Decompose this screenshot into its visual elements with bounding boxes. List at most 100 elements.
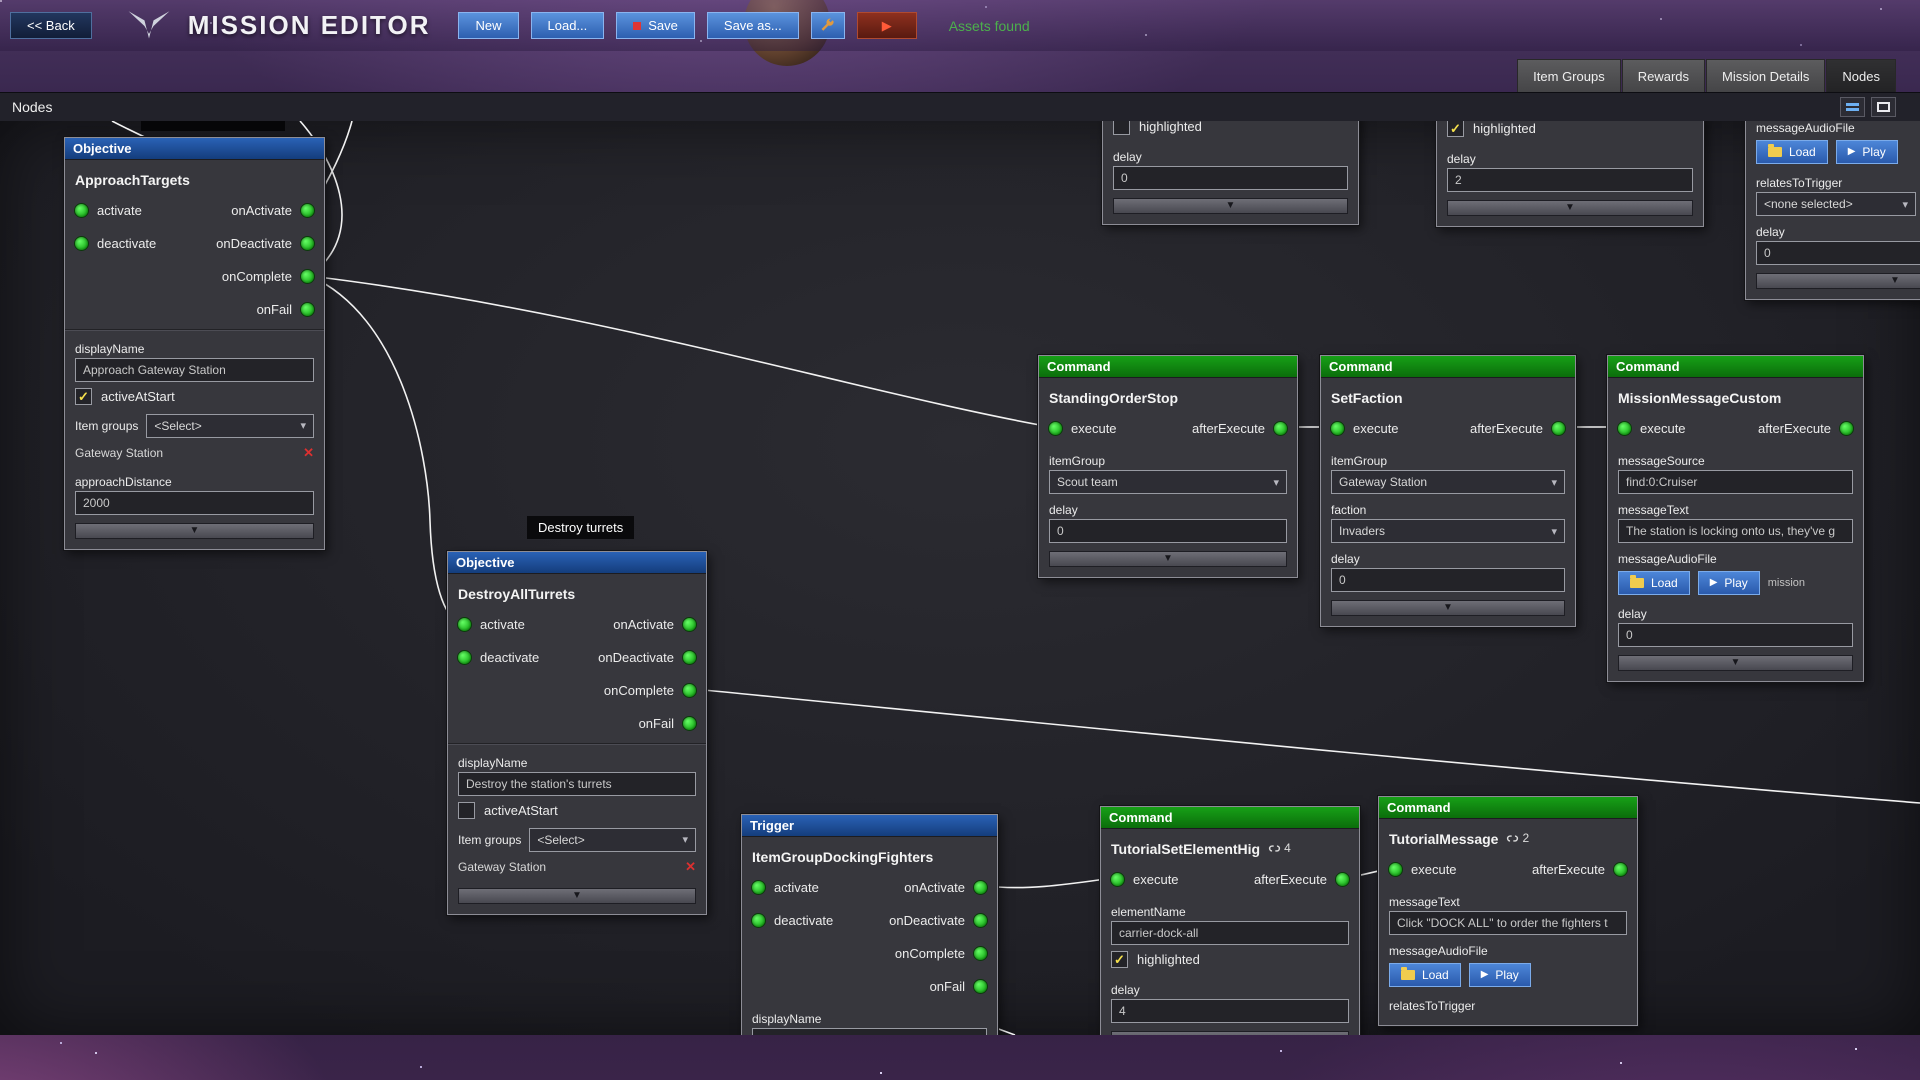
port-execute-input[interactable] [1048, 421, 1063, 436]
node-command-tutorial-message[interactable]: Command TutorialMessage 2 execute afterE… [1378, 796, 1638, 1026]
message-text-input[interactable] [1389, 911, 1627, 935]
port-activate-input[interactable] [751, 880, 766, 895]
highlighted-checkbox[interactable] [1113, 121, 1130, 135]
port-activate-input[interactable] [457, 617, 472, 632]
port-ondeactivate-output[interactable] [300, 236, 315, 251]
node-trigger-docking-fighters[interactable]: Trigger ItemGroupDockingFighters activat… [741, 814, 998, 1035]
node-scroll-slider[interactable] [1049, 551, 1287, 567]
message-source-input[interactable] [1618, 470, 1853, 494]
load-button[interactable]: Load... [530, 12, 605, 39]
display-name-input[interactable] [752, 1028, 987, 1035]
run-mission-button[interactable]: ▶ [856, 12, 917, 39]
item-group-select[interactable]: Gateway Station [1331, 470, 1565, 494]
port-activate-input[interactable] [74, 203, 89, 218]
port-afterexecute-output[interactable] [1335, 872, 1350, 887]
node-fragment-top-b[interactable]: ✓ highlighted delay [1436, 121, 1704, 227]
remove-item-group-button[interactable] [685, 859, 696, 875]
node-scroll-slider[interactable] [1111, 1031, 1349, 1035]
port-onactivate-output[interactable] [973, 880, 988, 895]
node-header[interactable]: Objective [65, 138, 324, 160]
highlighted-checkbox[interactable]: ✓ [1447, 121, 1464, 137]
node-scroll-slider[interactable] [1756, 273, 1920, 289]
play-audio-button[interactable]: ▶ Play [1835, 140, 1898, 164]
port-execute-input[interactable] [1388, 862, 1403, 877]
node-scroll-slider[interactable] [1618, 655, 1853, 671]
active-at-start-checkbox[interactable]: ✓ [75, 388, 92, 405]
settings-button[interactable] [810, 12, 845, 39]
port-oncomplete-output[interactable] [300, 269, 315, 284]
port-afterexecute-output[interactable] [1613, 862, 1628, 877]
item-group-select[interactable]: Scout team [1049, 470, 1287, 494]
node-graph-canvas[interactable]: Destroy turrets Objective ApproachTarget… [0, 121, 1920, 1035]
load-audio-button[interactable]: Load [1618, 571, 1690, 595]
node-header[interactable]: Trigger [742, 815, 997, 837]
load-audio-button[interactable]: Load [1389, 963, 1461, 987]
load-audio-button[interactable]: Load [1756, 140, 1828, 164]
node-scroll-slider[interactable] [1113, 198, 1348, 214]
port-ondeactivate-output[interactable] [682, 650, 697, 665]
active-at-start-checkbox[interactable] [458, 802, 475, 819]
tab-nodes[interactable]: Nodes [1826, 59, 1896, 92]
tab-rewards[interactable]: Rewards [1621, 59, 1705, 92]
node-command-standing-order-stop[interactable]: Command StandingOrderStop execute afterE… [1038, 355, 1298, 578]
node-header[interactable]: Objective [448, 552, 706, 574]
save-as-button[interactable]: Save as... [706, 12, 799, 39]
highlighted-checkbox[interactable]: ✓ [1111, 951, 1128, 968]
new-button[interactable]: New [458, 12, 519, 39]
node-header[interactable]: Command [1608, 356, 1863, 378]
delay-input[interactable] [1447, 168, 1693, 192]
display-name-input[interactable] [458, 772, 696, 796]
node-fragment-top-a[interactable]: highlighted delay [1102, 121, 1359, 225]
port-afterexecute-output[interactable] [1273, 421, 1288, 436]
item-groups-select[interactable]: <Select> [146, 413, 314, 438]
port-deactivate-input[interactable] [74, 236, 89, 251]
faction-select[interactable]: Invaders [1331, 519, 1565, 543]
node-scroll-slider[interactable] [1331, 600, 1565, 616]
port-deactivate-input[interactable] [457, 650, 472, 665]
node-header[interactable]: Command [1379, 797, 1637, 819]
port-onactivate-output[interactable] [682, 617, 697, 632]
panel-layout-button[interactable] [1840, 97, 1865, 117]
node-scroll-slider[interactable] [458, 888, 696, 904]
port-ondeactivate-output[interactable] [973, 913, 988, 928]
port-afterexecute-output[interactable] [1839, 421, 1854, 436]
item-groups-select[interactable]: <Select> [529, 827, 696, 852]
port-onfail-output[interactable] [682, 716, 697, 731]
port-afterexecute-output[interactable] [1551, 421, 1566, 436]
node-scroll-slider[interactable] [1447, 200, 1693, 216]
relates-to-trigger-select[interactable]: <none selected> [1756, 192, 1916, 216]
play-audio-button[interactable]: ▶ Play [1468, 963, 1531, 987]
port-oncomplete-output[interactable] [973, 946, 988, 961]
play-audio-button[interactable]: ▶ Play [1697, 571, 1760, 595]
element-name-input[interactable] [1111, 921, 1349, 945]
node-command-tutorial-set-element[interactable]: Command TutorialSetElementHig 4 execute … [1100, 806, 1360, 1035]
back-button[interactable]: << Back [10, 12, 92, 39]
node-scroll-slider[interactable] [75, 523, 314, 539]
delay-input[interactable] [1111, 999, 1349, 1023]
save-button[interactable]: Save [616, 12, 695, 39]
port-execute-input[interactable] [1330, 421, 1345, 436]
message-text-input[interactable] [1618, 519, 1853, 543]
remove-item-group-button[interactable] [303, 445, 314, 461]
node-fragment-top-right[interactable]: messageAudioFile Load ▶ Play relatesToTr… [1745, 121, 1920, 300]
node-command-set-faction[interactable]: Command SetFaction execute afterExecute … [1320, 355, 1576, 627]
tab-mission-details[interactable]: Mission Details [1706, 59, 1826, 92]
delay-input[interactable] [1756, 241, 1920, 265]
delay-input[interactable] [1113, 166, 1348, 190]
delay-input[interactable] [1049, 519, 1287, 543]
node-header[interactable]: Command [1101, 807, 1359, 829]
node-command-mission-message-custom[interactable]: Command MissionMessageCustom execute aft… [1607, 355, 1864, 682]
port-onfail-output[interactable] [300, 302, 315, 317]
port-execute-input[interactable] [1110, 872, 1125, 887]
port-onfail-output[interactable] [973, 979, 988, 994]
node-header[interactable]: Command [1039, 356, 1297, 378]
port-execute-input[interactable] [1617, 421, 1632, 436]
node-objective-approach-targets[interactable]: Objective ApproachTargets activate onAct… [64, 137, 325, 550]
approach-distance-input[interactable] [75, 491, 314, 515]
delay-input[interactable] [1618, 623, 1853, 647]
delay-input[interactable] [1331, 568, 1565, 592]
port-deactivate-input[interactable] [751, 913, 766, 928]
node-header[interactable]: Command [1321, 356, 1575, 378]
tab-item-groups[interactable]: Item Groups [1517, 59, 1621, 92]
port-oncomplete-output[interactable] [682, 683, 697, 698]
